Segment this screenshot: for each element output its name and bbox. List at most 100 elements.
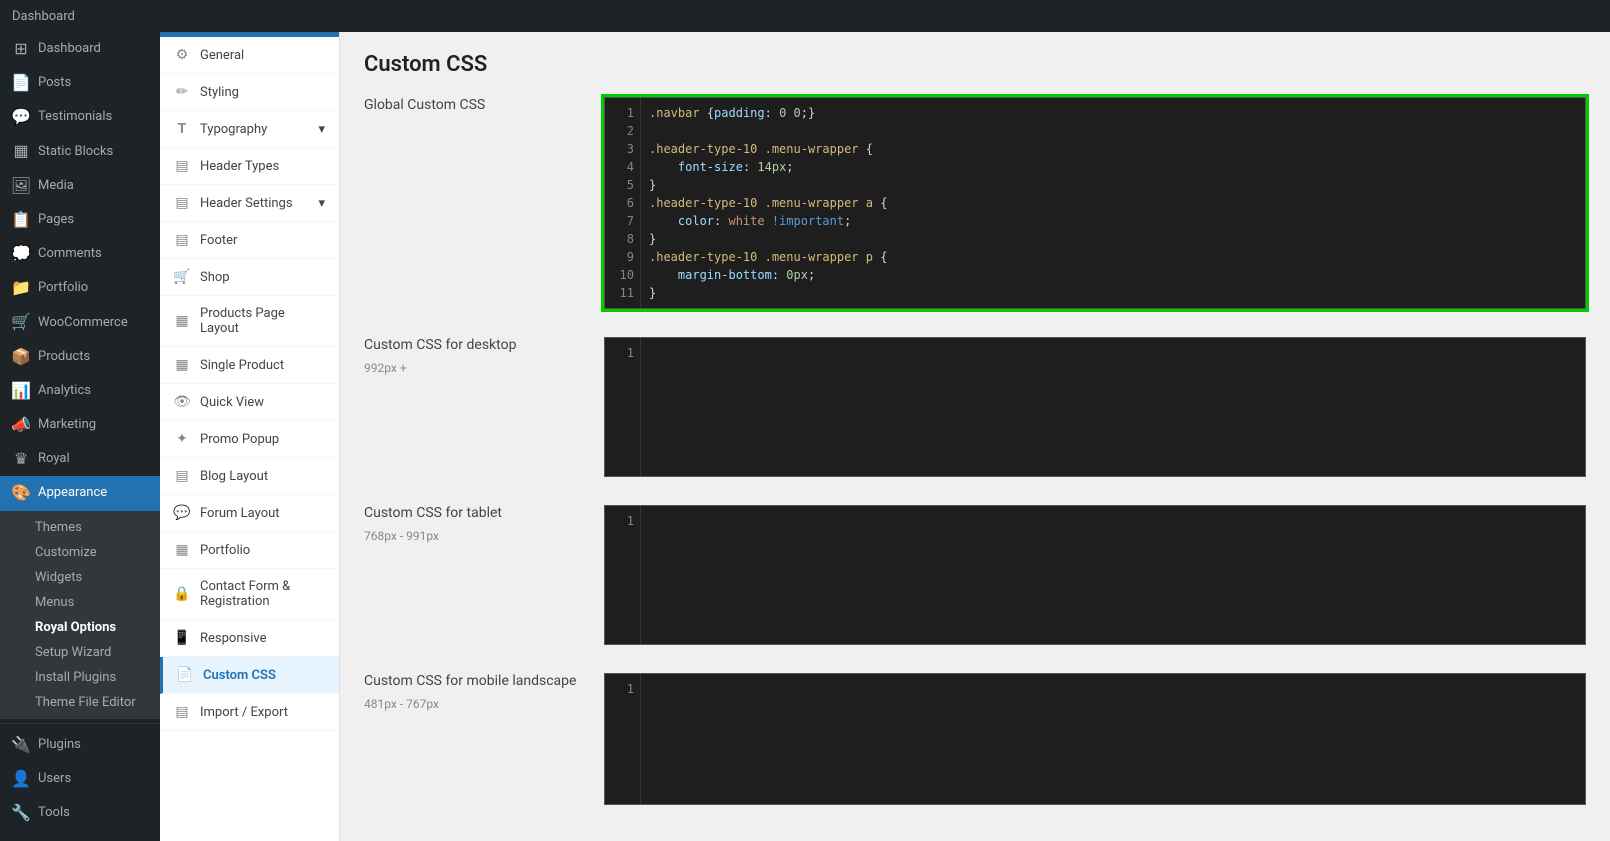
mobile-landscape-css-editor-col: 1 <box>604 673 1586 805</box>
portfolio-icon: 📁 <box>12 279 30 297</box>
sidebar-item-testimonials[interactable]: 💬 Testimonials <box>0 100 160 134</box>
nav-responsive[interactable]: 📱 Responsive <box>160 620 339 657</box>
import-export-icon: ▤ <box>174 704 190 720</box>
sidebar: ⊞ Dashboard 📄 Posts 💬 Testimonials ▦ Sta… <box>0 32 160 841</box>
nav-quick-view[interactable]: 👁 Quick View <box>160 384 339 421</box>
admin-bar: Dashboard <box>0 0 1610 32</box>
nav-header-types[interactable]: ▤ Header Types <box>160 148 339 185</box>
nav-single-product[interactable]: ▦ Single Product <box>160 347 339 384</box>
sidebar-item-posts[interactable]: 📄 Posts <box>0 66 160 100</box>
styling-icon: ✏ <box>174 84 190 100</box>
sub-royal-options[interactable]: Royal Options <box>0 615 160 640</box>
nav-forum-layout[interactable]: 💬 Forum Layout <box>160 495 339 532</box>
sidebar-item-marketing[interactable]: 📣 Marketing <box>0 408 160 442</box>
sidebar-item-portfolio[interactable]: 📁 Portfolio <box>0 271 160 305</box>
nav-import-export[interactable]: ▤ Import / Export <box>160 694 339 731</box>
appearance-icon: 🎨 <box>12 485 30 503</box>
pages-icon: 📋 <box>12 211 30 229</box>
secondary-nav: ⚙ General ✏ Styling T Typography ▾ ▤ Hea… <box>160 32 340 841</box>
line-numbers-global: 1 2 3 4 5 6 7⚠ 8 9 10 11 <box>605 98 641 308</box>
sidebar-item-media[interactable]: 🖼 Media <box>0 169 160 203</box>
responsive-icon: 📱 <box>174 630 190 646</box>
nav-promo-popup[interactable]: ✦ Promo Popup <box>160 421 339 458</box>
line-numbers-tablet: 1 <box>605 506 641 644</box>
nav-portfolio[interactable]: ▦ Portfolio <box>160 532 339 569</box>
mobile-landscape-css-editor[interactable]: 1 <box>604 673 1586 805</box>
desktop-css-section: Custom CSS for desktop 992px + 1 <box>364 337 1586 477</box>
header-settings-arrow-icon: ▾ <box>318 196 325 211</box>
sidebar-item-comments[interactable]: 💭 Comments <box>0 237 160 271</box>
mobile-landscape-css-code[interactable] <box>641 674 1585 804</box>
tools-icon: 🔧 <box>12 804 30 822</box>
line-numbers-mobile-landscape: 1 <box>605 674 641 804</box>
desktop-css-editor-col: 1 <box>604 337 1586 477</box>
dashboard-icon: ⊞ <box>12 40 30 58</box>
tablet-css-code[interactable] <box>641 506 1585 636</box>
nav-products-page-layout[interactable]: ▦ Products Page Layout <box>160 296 339 347</box>
sidebar-item-tools[interactable]: 🔧 Tools <box>0 796 160 830</box>
blog-layout-icon: ▤ <box>174 468 190 484</box>
global-css-section: Global Custom CSS 1 2 3 4 5 6 7⚠ 8 9 10 <box>364 97 1586 309</box>
sidebar-item-static-blocks[interactable]: ▦ Static Blocks <box>0 135 160 169</box>
desktop-css-editor[interactable]: 1 <box>604 337 1586 477</box>
woocommerce-icon: 🛒 <box>12 314 30 332</box>
products-page-layout-icon: ▦ <box>174 313 190 329</box>
sub-customize[interactable]: Customize <box>0 540 160 565</box>
sidebar-item-plugins[interactable]: 🔌 Plugins <box>0 728 160 762</box>
nav-custom-css[interactable]: 📄 Custom CSS <box>160 657 339 694</box>
portfolio-nav-icon: ▦ <box>174 542 190 558</box>
desktop-css-label-col: Custom CSS for desktop 992px + <box>364 337 584 477</box>
sub-install-plugins[interactable]: Install Plugins <box>0 665 160 690</box>
mobile-landscape-css-label: Custom CSS for mobile landscape <box>364 673 584 689</box>
products-icon: 📦 <box>12 348 30 366</box>
general-icon: ⚙ <box>174 47 190 63</box>
sidebar-item-dashboard[interactable]: ⊞ Dashboard <box>0 32 160 66</box>
dashboard-link[interactable]: Dashboard <box>12 9 75 24</box>
mobile-landscape-css-section: Custom CSS for mobile landscape 481px - … <box>364 673 1586 805</box>
posts-icon: 📄 <box>12 74 30 92</box>
sidebar-item-users[interactable]: 👤 Users <box>0 762 160 796</box>
global-css-label-col: Global Custom CSS <box>364 97 584 309</box>
sub-theme-file-editor[interactable]: Theme File Editor <box>0 690 160 715</box>
header-settings-icon: ▤ <box>174 195 190 211</box>
media-icon: 🖼 <box>12 177 30 195</box>
nav-shop[interactable]: 🛒 Shop <box>160 259 339 296</box>
nav-contact-form[interactable]: 🔒 Contact Form & Registration <box>160 569 339 620</box>
quick-view-icon: 👁 <box>174 394 190 410</box>
nav-blog-layout[interactable]: ▤ Blog Layout <box>160 458 339 495</box>
global-css-editor-col: 1 2 3 4 5 6 7⚠ 8 9 10 11 .navbar {paddin… <box>604 97 1586 309</box>
nav-footer[interactable]: ▤ Footer <box>160 222 339 259</box>
tablet-css-section: Custom CSS for tablet 768px - 991px 1 <box>364 505 1586 645</box>
sidebar-item-analytics[interactable]: 📊 Analytics <box>0 374 160 408</box>
sidebar-item-royal[interactable]: ♛ Royal <box>0 442 160 476</box>
footer-icon: ▤ <box>174 232 190 248</box>
mobile-landscape-css-sublabel: 481px - 767px <box>364 697 584 711</box>
promo-popup-icon: ✦ <box>174 431 190 447</box>
sub-setup-wizard[interactable]: Setup Wizard <box>0 640 160 665</box>
sidebar-item-products[interactable]: 📦 Products <box>0 340 160 374</box>
nav-typography[interactable]: T Typography ▾ <box>160 111 339 148</box>
marketing-icon: 📣 <box>12 416 30 434</box>
page-title: Custom CSS <box>364 52 1586 77</box>
sidebar-item-appearance[interactable]: 🎨 Appearance <box>0 476 160 510</box>
static-blocks-icon: ▦ <box>12 143 30 161</box>
tablet-css-editor[interactable]: 1 <box>604 505 1586 645</box>
sidebar-item-pages[interactable]: 📋 Pages <box>0 203 160 237</box>
shop-icon: 🛒 <box>174 269 190 285</box>
single-product-icon: ▦ <box>174 357 190 373</box>
sub-menus[interactable]: Menus <box>0 590 160 615</box>
global-css-code[interactable]: .navbar {padding: 0 0;} .header-type-10 … <box>641 98 1585 308</box>
global-css-editor[interactable]: 1 2 3 4 5 6 7⚠ 8 9 10 11 .navbar {paddin… <box>604 97 1586 309</box>
nav-general[interactable]: ⚙ General <box>160 37 339 74</box>
custom-css-icon: 📄 <box>177 667 193 683</box>
desktop-css-code[interactable] <box>641 338 1585 468</box>
header-types-icon: ▤ <box>174 158 190 174</box>
sub-themes[interactable]: Themes <box>0 515 160 540</box>
main-content: Custom CSS Global Custom CSS 1 2 3 4 5 6… <box>340 32 1610 841</box>
nav-styling[interactable]: ✏ Styling <box>160 74 339 111</box>
sidebar-item-woocommerce[interactable]: 🛒 WooCommerce <box>0 306 160 340</box>
users-icon: 👤 <box>12 770 30 788</box>
sub-widgets[interactable]: Widgets <box>0 565 160 590</box>
comments-icon: 💭 <box>12 245 30 263</box>
nav-header-settings[interactable]: ▤ Header Settings ▾ <box>160 185 339 222</box>
